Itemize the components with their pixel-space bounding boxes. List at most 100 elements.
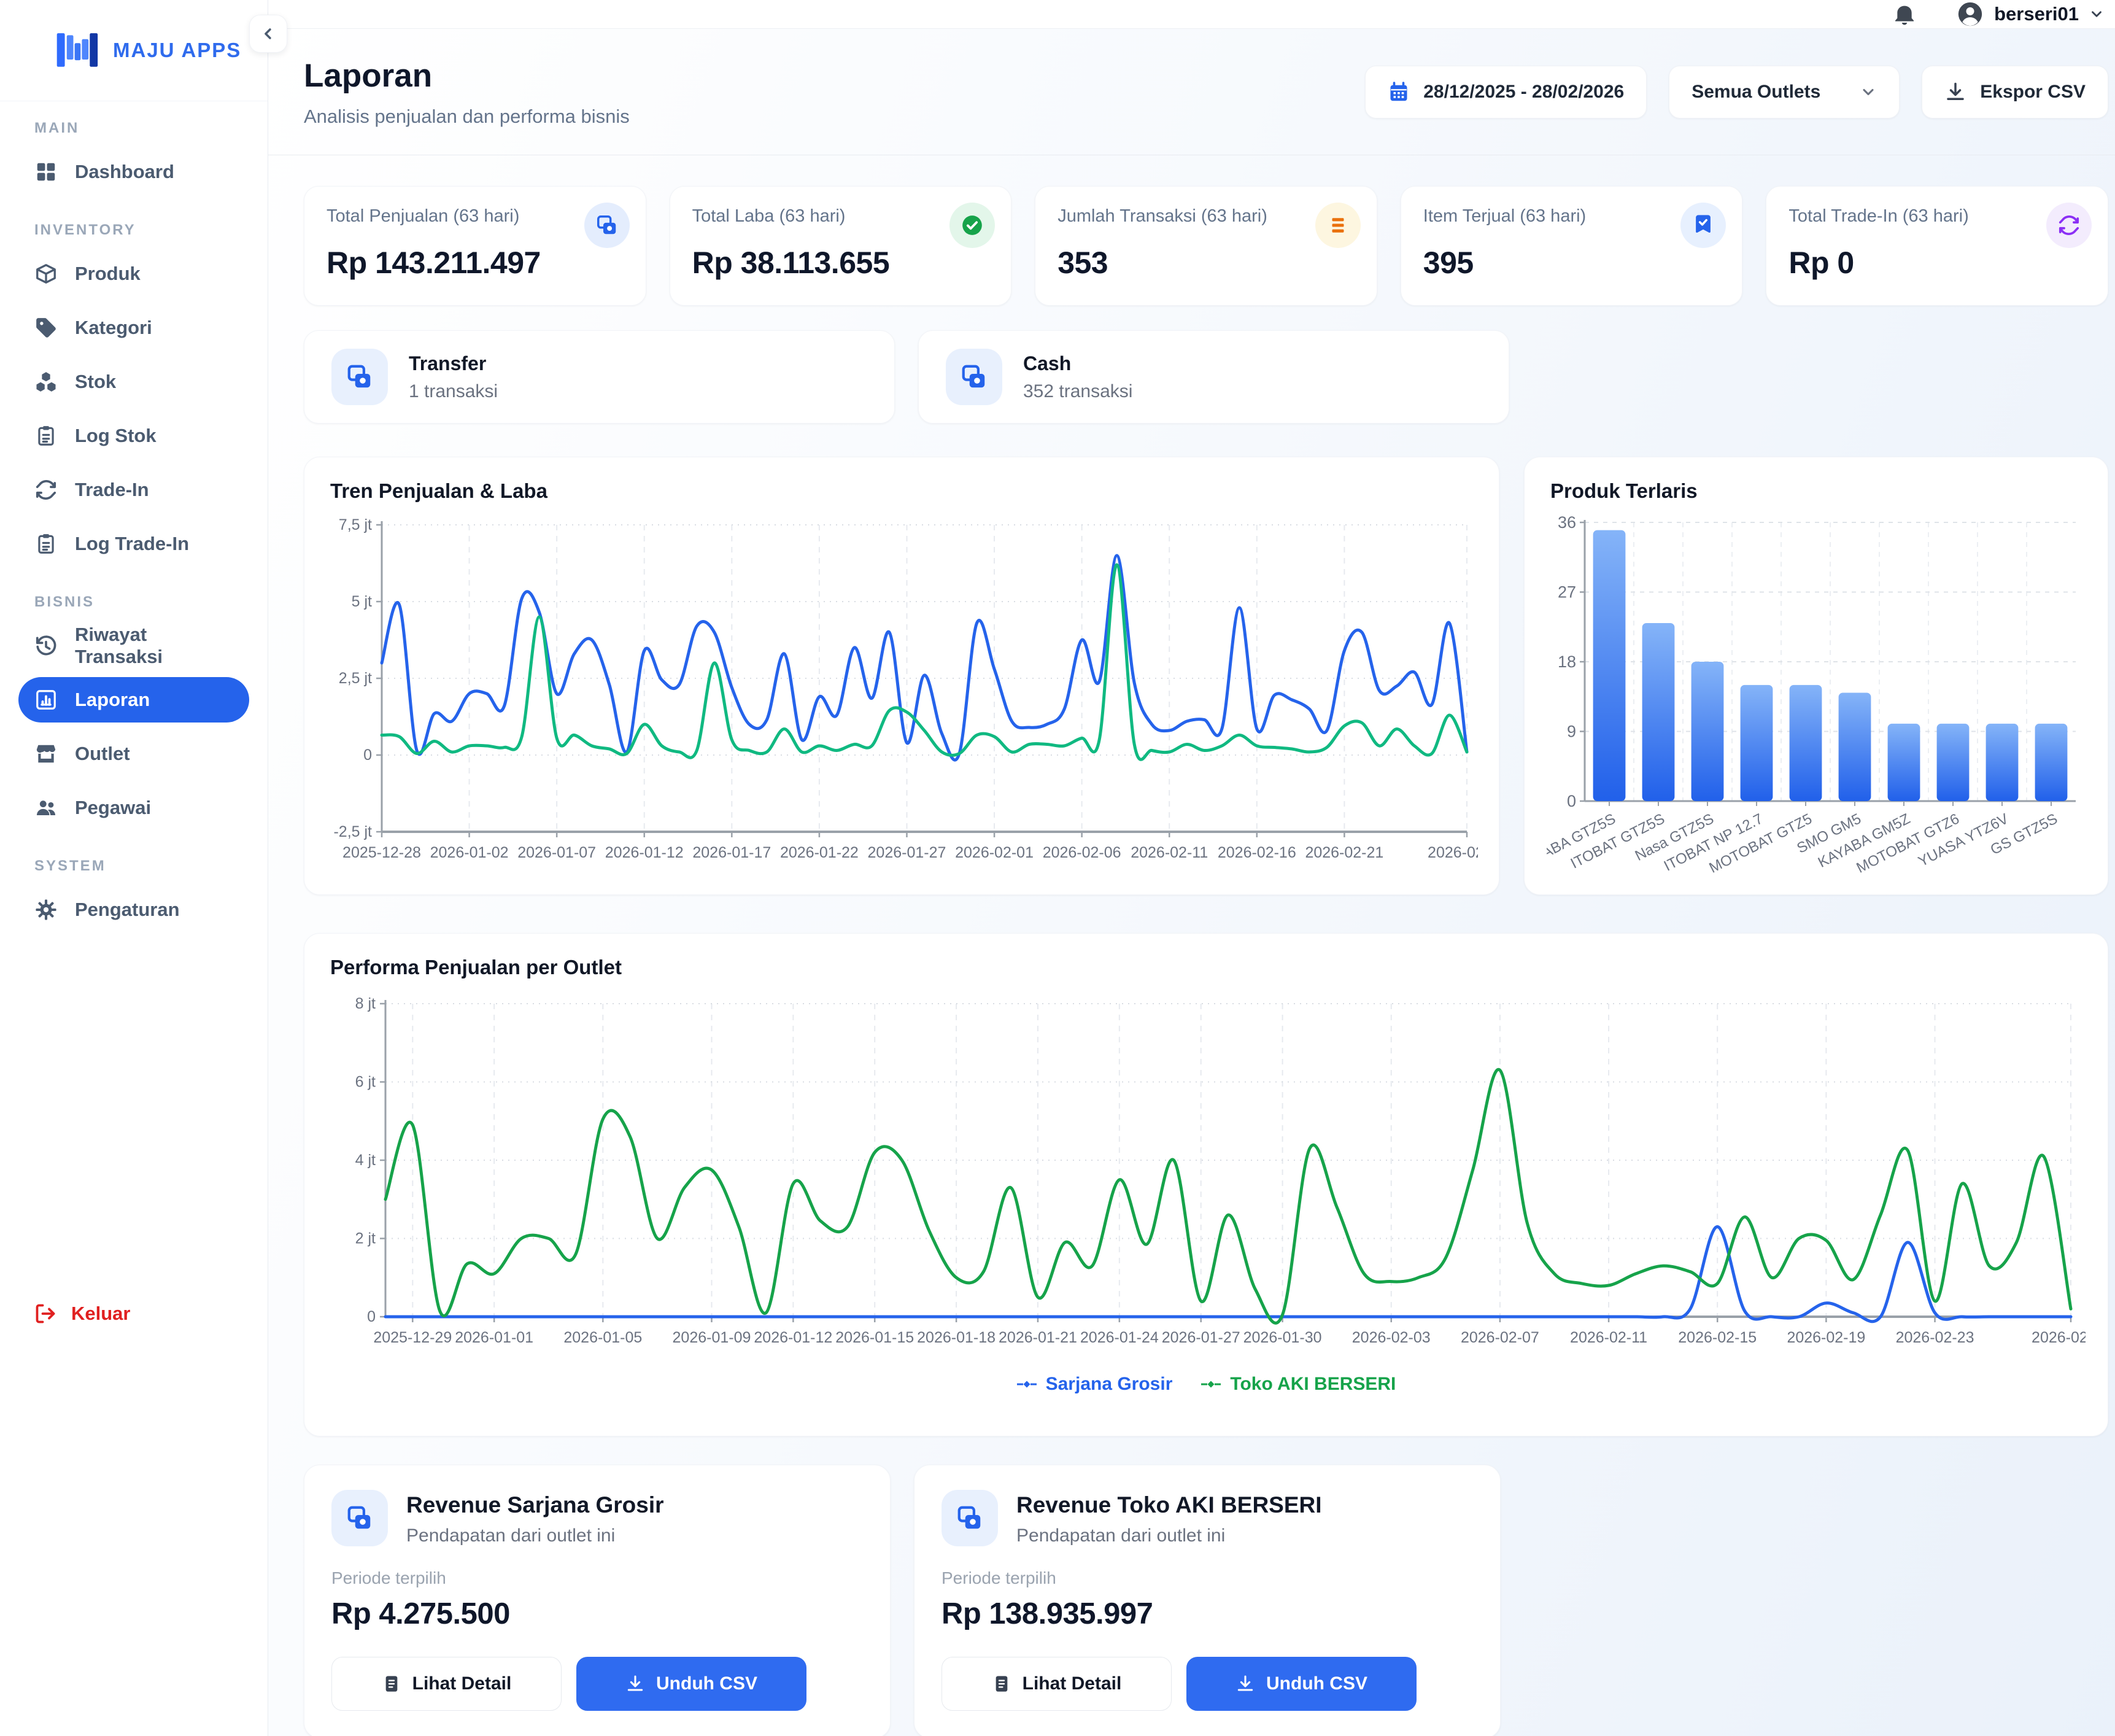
- outlet-chart-title: Performa Penjualan per Outlet: [330, 956, 2086, 979]
- users-icon: [34, 796, 58, 820]
- svg-text:2026-01-22: 2026-01-22: [780, 844, 859, 861]
- outlet-performance-chart: 8 jt6 jt4 jt2 jt02025-12-292026-01-01202…: [327, 985, 2086, 1360]
- svg-text:2026-02-16: 2026-02-16: [1218, 844, 1296, 861]
- legend-marker-icon: [1201, 1379, 1221, 1389]
- document-icon: [992, 1674, 1011, 1694]
- top-products-title: Produk Terlaris: [1550, 479, 2086, 503]
- download-icon: [1944, 81, 1966, 103]
- dashboard-icon: [34, 160, 58, 184]
- download-csv-button[interactable]: Unduh CSV: [1186, 1657, 1417, 1711]
- svg-text:2026-01-17: 2026-01-17: [692, 844, 771, 861]
- calendar-icon: [1388, 81, 1410, 103]
- sidebar-item-dashboard[interactable]: Dashboard: [18, 149, 249, 195]
- sidebar-item-log-trade-in[interactable]: Log Trade-In: [18, 521, 249, 567]
- brand-name: MAJU APPS: [113, 39, 241, 62]
- svg-text:18: 18: [1558, 653, 1576, 671]
- sidebar-item-trade-in[interactable]: Trade-In: [18, 467, 249, 513]
- svg-text:2026-02-28: 2026-02-28: [1428, 844, 1478, 861]
- list-icon: [1315, 203, 1361, 248]
- svg-text:2026-01-27: 2026-01-27: [1162, 1329, 1240, 1346]
- nav-section-main: MAIN: [34, 120, 249, 137]
- nav-section-system: SYSTEM: [34, 858, 249, 875]
- svg-text:2026-01-01: 2026-01-01: [455, 1329, 533, 1346]
- user-menu[interactable]: berseri01: [1956, 0, 2105, 28]
- banknotes-icon: [331, 1490, 388, 1546]
- svg-text:7,5 jt: 7,5 jt: [339, 516, 372, 533]
- revenue-card-sarjana-grosir: Revenue Sarjana Grosir Pendapatan dari o…: [304, 1465, 891, 1736]
- check-circle-icon: [949, 203, 995, 248]
- sidebar-item-pegawai[interactable]: Pegawai: [18, 785, 249, 831]
- avatar: [1956, 0, 1984, 28]
- svg-text:2026-02-11: 2026-02-11: [1570, 1329, 1647, 1346]
- trend-chart-card: Tren Penjualan & Laba 7,5 jt5 jt2,5 jt0-…: [304, 457, 1499, 895]
- document-icon: [382, 1674, 401, 1694]
- view-detail-button[interactable]: Lihat Detail: [942, 1657, 1172, 1711]
- page-title: Laporan: [304, 57, 630, 95]
- sidebar-nav: MAIN Dashboard INVENTORY Produk Kategori…: [0, 101, 268, 932]
- stat-card-total-laba: Total Laba (63 hari) Rp 38.113.655: [670, 186, 1012, 306]
- topbar: berseri01: [268, 0, 2115, 29]
- sidebar-item-laporan[interactable]: Laporan: [18, 677, 249, 723]
- svg-text:2 jt: 2 jt: [355, 1230, 376, 1247]
- export-csv-button[interactable]: Ekspor CSV: [1922, 66, 2108, 118]
- svg-text:2026-01-02: 2026-01-02: [430, 844, 509, 861]
- outlet-filter-select[interactable]: Semua Outlets: [1669, 66, 1900, 118]
- chevron-down-icon: [2089, 6, 2105, 22]
- svg-text:2026-02-01: 2026-02-01: [955, 844, 1034, 861]
- sidebar-item-riwayat-transaksi[interactable]: Riwayat Transaksi: [18, 623, 249, 668]
- chevron-left-icon: [260, 25, 277, 42]
- svg-text:0: 0: [367, 1308, 376, 1325]
- recycle-icon: [34, 478, 58, 502]
- payment-card-cash: Cash 352 transaksi: [918, 330, 1509, 424]
- sidebar-item-log-stok[interactable]: Log Stok: [18, 413, 249, 459]
- notifications-bell-icon[interactable]: [1892, 2, 1917, 26]
- sidebar-item-stok[interactable]: Stok: [18, 359, 249, 405]
- bar-chart-icon: [34, 688, 58, 711]
- clipboard-icon: [34, 532, 58, 556]
- payment-card-transfer: Transfer 1 transaksi: [304, 330, 895, 424]
- sidebar-item-pengaturan[interactable]: Pengaturan: [18, 887, 249, 932]
- storefront-icon: [34, 742, 58, 765]
- svg-text:2026-01-15: 2026-01-15: [835, 1329, 914, 1346]
- view-detail-button[interactable]: Lihat Detail: [331, 1657, 562, 1711]
- package-icon: [34, 262, 58, 285]
- revenue-value: Rp 138.935.997: [942, 1597, 1473, 1631]
- svg-text:2026-02-03: 2026-02-03: [1352, 1329, 1431, 1346]
- revenue-value: Rp 4.275.500: [331, 1597, 863, 1631]
- sidebar-item-produk[interactable]: Produk: [18, 251, 249, 296]
- legend-item[interactable]: Toko AKI BERSERI: [1201, 1374, 1396, 1395]
- svg-text:2026-02-21: 2026-02-21: [1305, 844, 1383, 861]
- gear-icon: [34, 898, 58, 921]
- stat-value: Rp 38.113.655: [692, 245, 989, 281]
- top-products-card: Produk Terlaris 09182736KAYABA GTZ5SITOB…: [1524, 457, 2108, 895]
- svg-text:2026-01-12: 2026-01-12: [754, 1329, 832, 1346]
- svg-text:2026-02-15: 2026-02-15: [1678, 1329, 1757, 1346]
- nav-section-inventory: INVENTORY: [34, 222, 249, 239]
- svg-text:2026-02-19: 2026-02-19: [1787, 1329, 1865, 1346]
- page-subtitle: Analisis penjualan dan performa bisnis: [304, 106, 630, 128]
- sidebar-item-kategori[interactable]: Kategori: [18, 305, 249, 351]
- revenue-card-toko-aki-berseri: Revenue Toko AKI BERSERI Pendapatan dari…: [914, 1465, 1501, 1736]
- download-csv-button[interactable]: Unduh CSV: [576, 1657, 806, 1711]
- stat-card-total-trade-in: Total Trade-In (63 hari) Rp 0: [1766, 186, 2108, 306]
- bookmark-check-icon: [1680, 203, 1726, 248]
- outlet-chart-legend: Sarjana Grosir Toko AKI BERSERI: [327, 1374, 2086, 1395]
- payment-methods-row: Transfer 1 transaksi Cash 352 transaksi: [304, 330, 2108, 424]
- svg-text:4 jt: 4 jt: [355, 1152, 376, 1169]
- stats-row: Total Penjualan (63 hari) Rp 143.211.497…: [304, 186, 2108, 306]
- svg-text:2026-02-07: 2026-02-07: [1461, 1329, 1539, 1346]
- svg-text:2025-12-28: 2025-12-28: [342, 844, 421, 861]
- svg-text:9: 9: [1567, 723, 1576, 741]
- svg-text:2026-01-07: 2026-01-07: [517, 844, 596, 861]
- svg-text:-2,5 jt: -2,5 jt: [333, 823, 372, 840]
- sidebar-collapse-button[interactable]: [249, 15, 287, 53]
- sidebar: MAJU APPS MAIN Dashboard INVENTORY Produ…: [0, 0, 268, 1736]
- svg-text:2026-01-30: 2026-01-30: [1243, 1329, 1322, 1346]
- svg-text:2026-01-12: 2026-01-12: [605, 844, 684, 861]
- sidebar-item-outlet[interactable]: Outlet: [18, 731, 249, 777]
- legend-item[interactable]: Sarjana Grosir: [1016, 1374, 1173, 1395]
- logout-button[interactable]: Keluar: [34, 1303, 130, 1325]
- date-range-picker[interactable]: 28/12/2025 - 28/02/2026: [1365, 66, 1647, 118]
- stat-card-jumlah-transaksi: Jumlah Transaksi (63 hari) 353: [1035, 186, 1377, 306]
- download-icon: [1235, 1674, 1255, 1694]
